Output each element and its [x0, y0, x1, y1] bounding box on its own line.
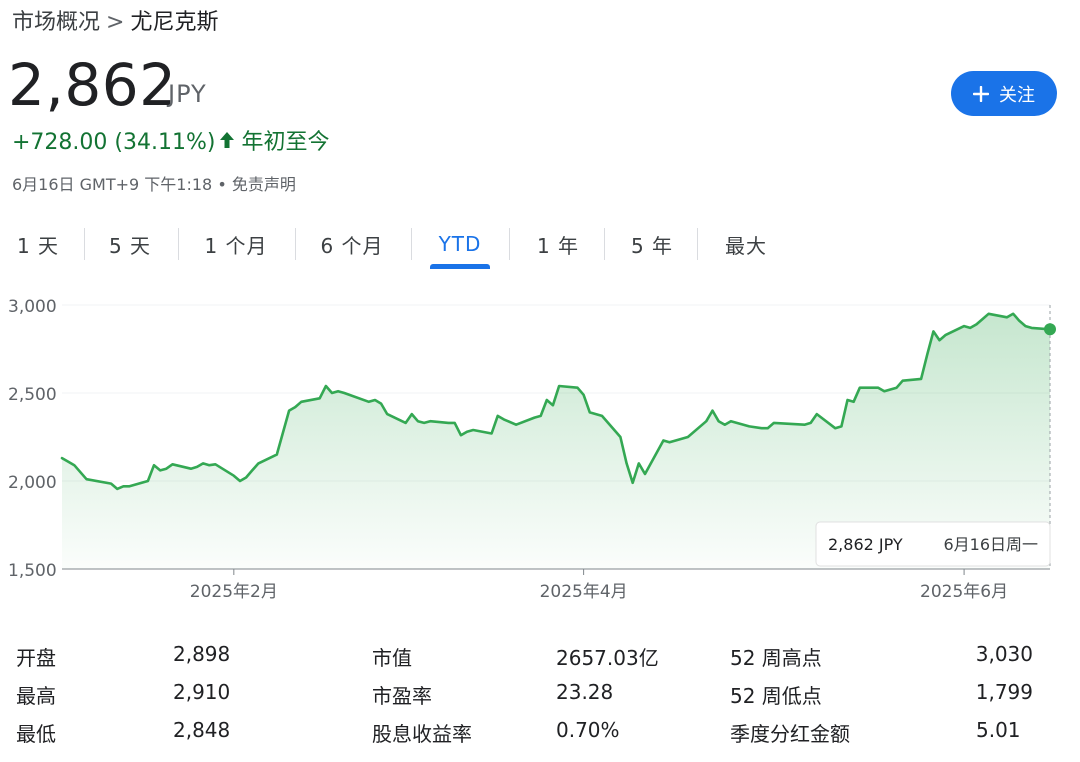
range-tab-max[interactable]: 最大: [716, 224, 776, 264]
range-tab-1m[interactable]: 1 个月: [196, 224, 276, 264]
follow-button[interactable]: 关注: [951, 71, 1057, 116]
y-tick-label: 1,500: [8, 561, 57, 581]
tab-divider: [84, 228, 85, 260]
breadcrumb-current: 尤尼克斯: [130, 10, 219, 35]
stat-label-dividend-yield: 股息收益率: [372, 722, 472, 746]
tab-divider: [178, 228, 179, 260]
change-value: +728.00 (34.11%): [12, 130, 216, 155]
range-tab-6m[interactable]: 6 个月: [312, 224, 392, 264]
tooltip-value: 2,862 JPY: [828, 535, 903, 554]
change-period: 年初至今: [241, 130, 330, 155]
y-tick-label: 2,500: [8, 385, 57, 405]
stat-label-market-cap: 市值: [372, 646, 412, 670]
time-range-tabs: 1 天 5 天 1 个月 6 个月 YTD 1 年 5 年 最大: [0, 224, 1080, 269]
range-tab-1y[interactable]: 1 年: [528, 224, 588, 264]
stat-label-low: 最低: [16, 722, 56, 746]
stat-value-52w-high: 3,030: [975, 642, 1033, 666]
stat-value-open: 2,898: [173, 642, 231, 666]
tab-divider: [411, 228, 412, 260]
range-tab-ytd[interactable]: YTD: [430, 224, 490, 264]
price-change: +728.00 (34.11%) 年初至今: [12, 124, 329, 156]
y-tick-label: 2,000: [8, 473, 57, 493]
active-tab-indicator: [430, 264, 490, 269]
quote-meta: 6月16日 GMT+9 下午1:18 • 免责声明: [12, 171, 296, 195]
stat-label-open: 开盘: [16, 646, 56, 670]
key-stats: 开盘 2,898 最高 2,910 最低 2,848 市值 2657.03亿 市…: [0, 630, 1080, 750]
stat-value-market-cap: 2657.03亿: [556, 646, 659, 670]
x-tick-label: 2025年4月: [540, 582, 628, 602]
arrow-up-icon: [219, 130, 235, 155]
stat-label-52w-low: 52 周低点: [730, 684, 822, 708]
tab-divider: [509, 228, 510, 260]
x-tick-label: 2025年6月: [920, 582, 1008, 602]
breadcrumb-separator: >: [106, 10, 125, 35]
y-tick-label: 3,000: [8, 297, 57, 317]
stat-value-pe-ratio: 23.28: [556, 680, 614, 704]
currency-label: JPY: [168, 80, 207, 108]
stat-label-high: 最高: [16, 684, 56, 708]
follow-label: 关注: [999, 84, 1035, 106]
stat-value-high: 2,910: [173, 680, 231, 704]
disclaimer-link[interactable]: 免责声明: [232, 175, 296, 194]
stat-value-dividend-yield: 0.70%: [556, 718, 620, 742]
meta-bullet: •: [217, 175, 227, 194]
current-price-marker: [1044, 323, 1056, 336]
tab-divider: [295, 228, 296, 260]
tab-divider: [697, 228, 698, 260]
range-tab-5d[interactable]: 5 天: [100, 224, 160, 264]
quote-timestamp: 6月16日 GMT+9 下午1:18: [12, 175, 213, 194]
breadcrumb-parent-link[interactable]: 市场概况: [12, 10, 100, 35]
tab-divider: [604, 228, 605, 260]
range-tab-1d[interactable]: 1 天: [8, 224, 68, 264]
tooltip-date: 6月16日周一: [943, 535, 1038, 554]
plus-icon: [972, 84, 990, 104]
price-chart[interactable]: 3,000 2,500 2,000 1,500 2025年2月 2025年4月 2025年6…: [0, 290, 1080, 610]
x-tick-label: 2025年2月: [190, 582, 278, 602]
stat-label-quarterly-dividend: 季度分红金额: [730, 722, 850, 746]
stock-price: 2,862: [8, 51, 177, 119]
stat-label-pe-ratio: 市盈率: [372, 684, 432, 708]
range-tab-5y[interactable]: 5 年: [622, 224, 682, 264]
breadcrumb: 市场概况 > 尤尼克斯: [12, 4, 218, 36]
stat-value-quarterly-dividend: 5.01: [976, 718, 1021, 742]
stat-label-52w-high: 52 周高点: [730, 646, 822, 670]
stat-value-low: 2,848: [173, 718, 231, 742]
stat-value-52w-low: 1,799: [975, 680, 1033, 704]
